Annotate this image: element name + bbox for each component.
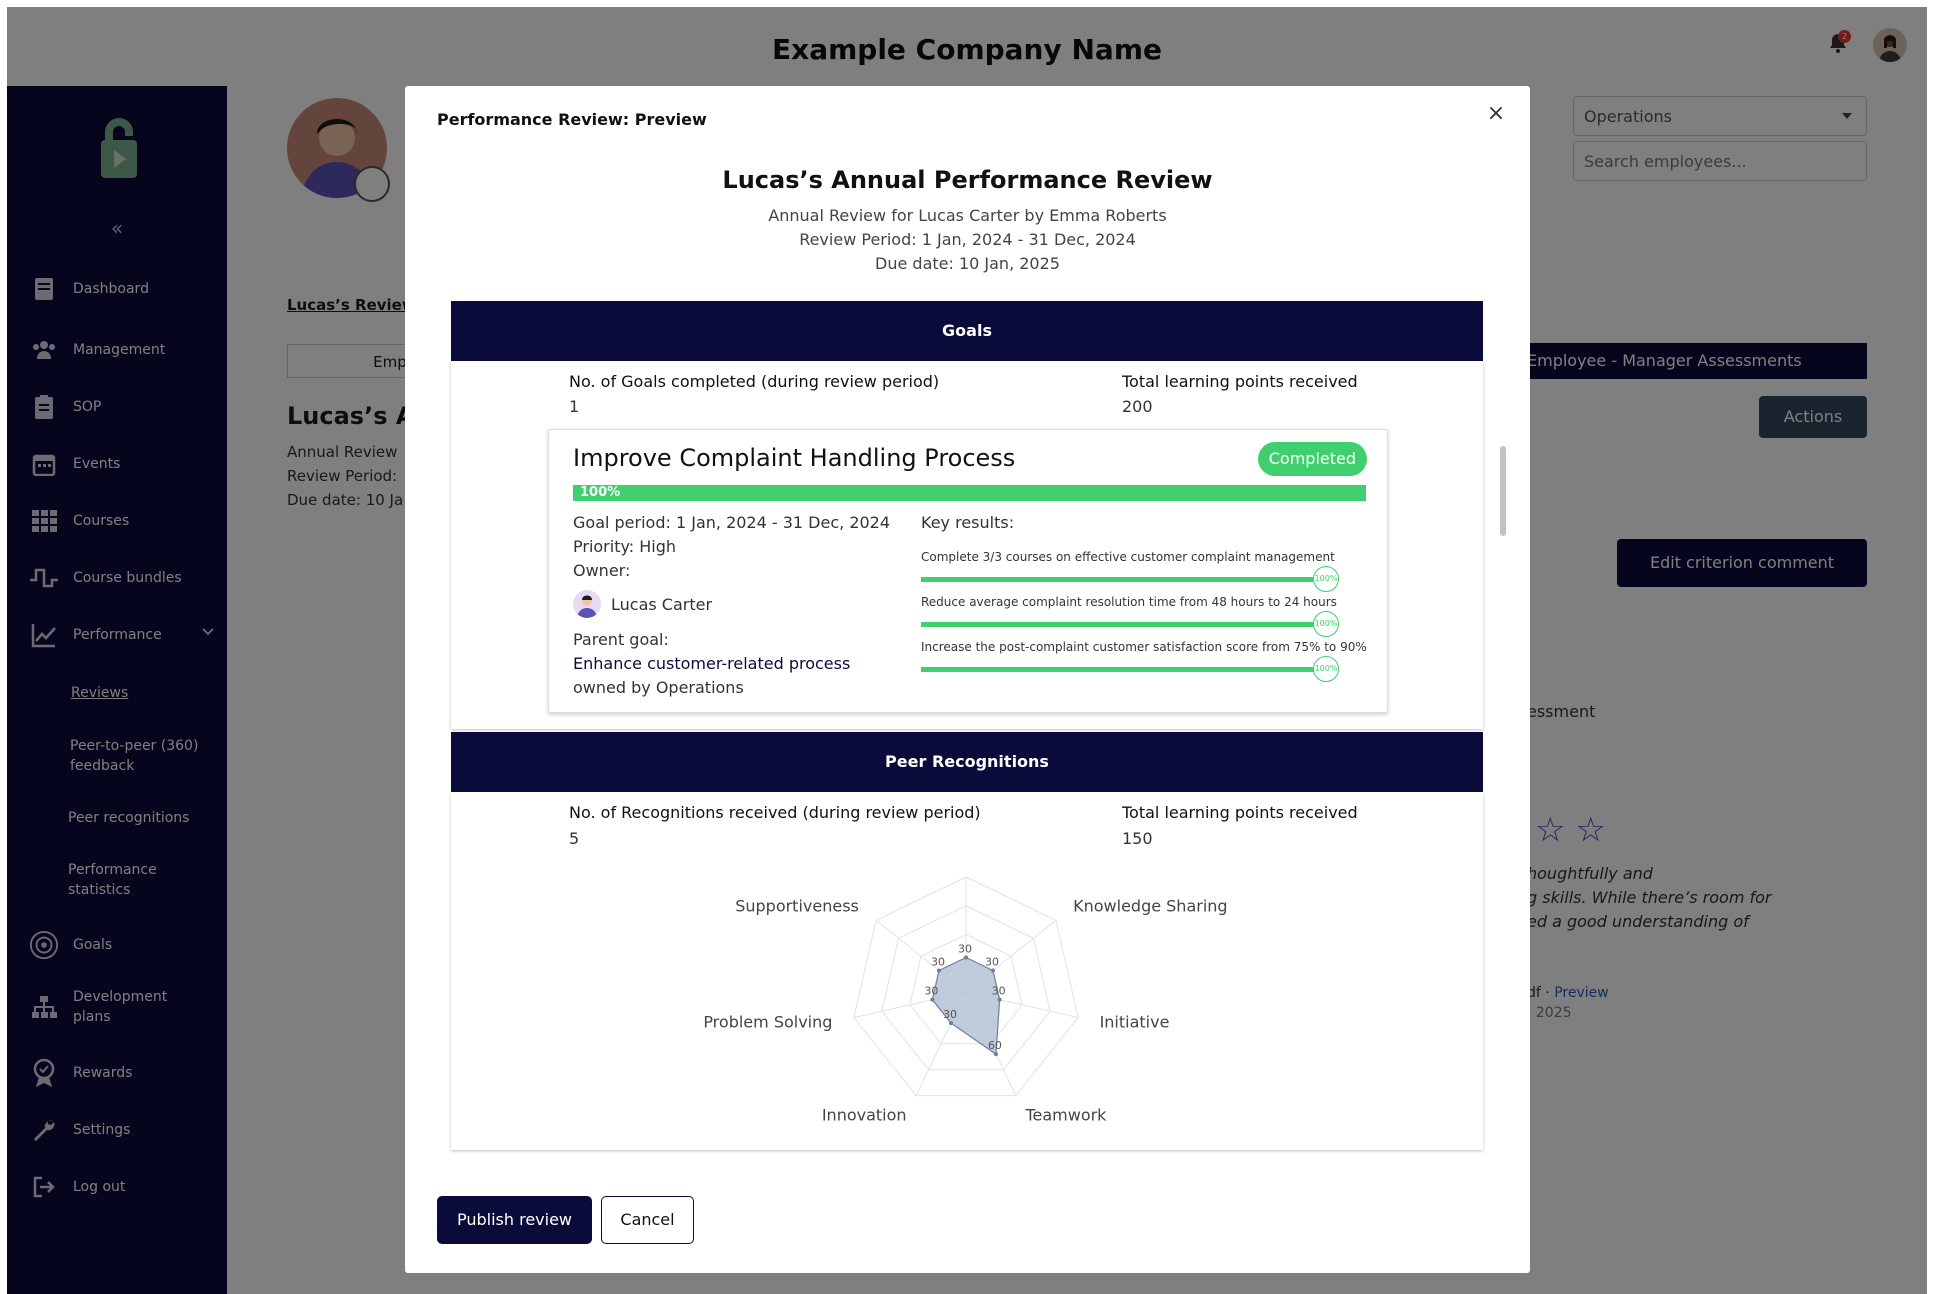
recognitions-section-header: Peer Recognitions: [451, 732, 1483, 792]
recognitions-count-label: No. of Recognitions received (during rev…: [569, 803, 981, 822]
review-due-date: Due date: 10 Jan, 2025: [875, 254, 1060, 273]
radar-axis-label: Innovation: [822, 1105, 907, 1124]
radar-data-point: [930, 997, 935, 1002]
key-result-progress-bar: [921, 577, 1316, 582]
radar-data-label: 30: [931, 955, 945, 968]
goals-completed-label: No. of Goals completed (during review pe…: [569, 372, 940, 391]
radar-data-point: [937, 968, 942, 973]
parent-goal-owner: owned by Operations: [573, 678, 744, 697]
goal-owner-label: Owner:: [573, 561, 631, 580]
goals-points-label: Total learning points received: [1122, 372, 1358, 391]
key-results-label: Key results:: [921, 513, 1015, 532]
goal-card[interactable]: Improve Complaint Handling Process Compl…: [548, 429, 1388, 713]
radar-axis-label: Knowledge Sharing: [1073, 897, 1227, 916]
recognitions-radar-chart: 30 30 30 60 30 30 30 Customer Focus Knowledge Sh…: [703, 862, 1227, 1124]
radar-axis-label: Supportiveness: [735, 897, 859, 916]
goals-points-value: 200: [1122, 397, 1153, 416]
goal-priority: Priority: High: [573, 537, 677, 556]
radar-data-point: [990, 968, 995, 973]
close-icon[interactable]: ×: [1484, 102, 1508, 126]
recognitions-points-label: Total learning points received: [1122, 803, 1358, 822]
radar-data-label: 60: [988, 1039, 1002, 1052]
key-result-text: Increase the post-complaint customer sat…: [921, 640, 1367, 654]
goal-progress-label: 100%: [580, 485, 621, 500]
key-result-progress-dot: 100%: [1313, 656, 1339, 682]
cancel-button[interactable]: Cancel: [601, 1196, 694, 1244]
key-result-text: Complete 3/3 courses on effective custom…: [921, 550, 1335, 564]
key-result-progress-bar: [921, 622, 1316, 627]
goal-status-badge: Completed: [1257, 442, 1367, 476]
review-preview-modal: Performance Review: Preview × Lucas’s An…: [405, 86, 1530, 1273]
goal-period: Goal period: 1 Jan, 2024 - 31 Dec, 2024: [573, 513, 891, 532]
recognitions-points-value: 150: [1122, 829, 1153, 848]
recognitions-count-value: 5: [569, 829, 580, 848]
radar-data-label: 30: [943, 1008, 957, 1021]
review-period: Review Period: 1 Jan, 2024 - 31 Dec, 202…: [799, 230, 1136, 249]
radar-data-label: 30: [985, 955, 999, 968]
goals-completed-value: 1: [569, 397, 580, 416]
review-heading: Lucas’s Annual Performance Review: [722, 166, 1213, 194]
radar-data-point: [949, 1021, 954, 1026]
radar-data-point: [997, 997, 1002, 1002]
parent-goal-link[interactable]: Enhance customer-related process: [573, 654, 850, 673]
radar-data-point: [964, 955, 968, 960]
goal-name: Improve Complaint Handling Process: [573, 444, 1016, 472]
radar-data-point: [993, 1052, 998, 1057]
modal-scrollbar[interactable]: [1500, 446, 1506, 536]
key-result-text: Reduce average complaint resolution time…: [921, 595, 1337, 609]
key-result-progress-bar: [921, 667, 1316, 672]
goal-owner-name: Lucas Carter: [611, 595, 713, 614]
parent-goal-label: Parent goal:: [573, 630, 669, 649]
publish-review-button[interactable]: Publish review: [437, 1196, 592, 1244]
owner-avatar: [573, 590, 601, 618]
modal-title: Performance Review: Preview: [437, 110, 707, 129]
radar-data-label: 30: [992, 985, 1006, 998]
radar-axis-label: Teamwork: [1024, 1105, 1107, 1124]
review-subtitle: Annual Review for Lucas Carter by Emma R…: [768, 206, 1167, 225]
goals-section-header: Goals: [451, 301, 1483, 361]
radar-data-label: 30: [958, 943, 972, 956]
goal-progress-bar: 100%: [573, 485, 1366, 501]
radar-axis-label: Problem Solving: [703, 1012, 832, 1031]
radar-data-label: 30: [924, 985, 938, 998]
radar-axis-label: Initiative: [1100, 1012, 1170, 1031]
key-result-progress-dot: 100%: [1313, 611, 1339, 637]
key-result-progress-dot: 100%: [1313, 566, 1339, 592]
radar-axis-label: Customer Focus: [902, 862, 1031, 864]
